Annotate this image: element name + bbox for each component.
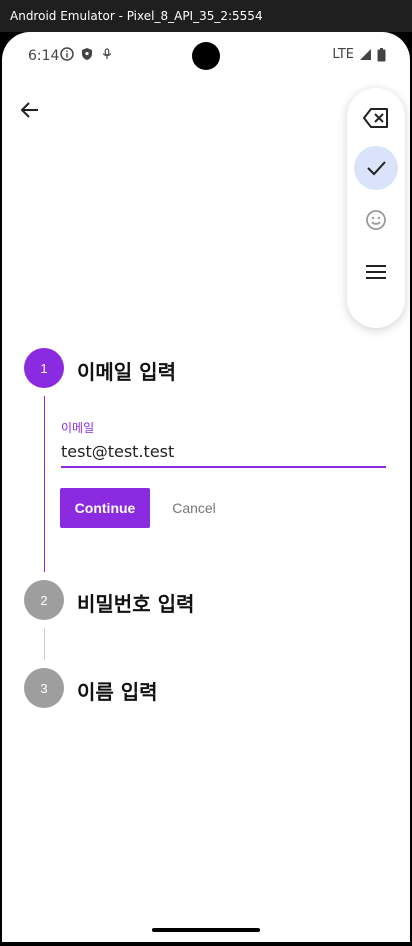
backspace-button[interactable] bbox=[354, 96, 398, 140]
emoji-icon bbox=[366, 210, 386, 230]
cancel-button[interactable]: Cancel bbox=[164, 488, 224, 528]
home-gesture-handle[interactable] bbox=[152, 928, 260, 932]
emulator-title-bar: Android Emulator - Pixel_8_API_35_2:5554 bbox=[0, 0, 412, 32]
navigation-bar bbox=[2, 920, 410, 942]
shield-icon bbox=[82, 48, 92, 60]
signal-icon bbox=[360, 49, 371, 60]
step-2-title[interactable]: 비밀번호 입력 bbox=[77, 588, 194, 617]
step-2-indicator[interactable]: 2 bbox=[24, 580, 64, 620]
backspace-icon bbox=[363, 108, 388, 128]
emoji-button[interactable] bbox=[354, 198, 398, 242]
step-1-indicator[interactable]: 1 bbox=[24, 348, 64, 388]
step-1-title[interactable]: 이메일 입력 bbox=[77, 356, 176, 385]
continue-button[interactable]: Continue bbox=[60, 488, 150, 528]
email-field-label: 이메일 bbox=[61, 421, 95, 435]
battery-icon bbox=[377, 47, 386, 61]
status-bar: 6:14 LTE bbox=[2, 32, 410, 80]
menu-icon bbox=[366, 265, 386, 279]
check-button[interactable] bbox=[354, 146, 398, 190]
check-icon bbox=[367, 161, 386, 176]
step-1-connector bbox=[44, 396, 45, 572]
keyboard-suggestion-toolbar bbox=[347, 88, 405, 328]
network-type: LTE bbox=[332, 47, 354, 62]
email-input[interactable] bbox=[61, 436, 386, 468]
step-3-title[interactable]: 이름 입력 bbox=[77, 676, 158, 705]
info-icon bbox=[60, 47, 74, 61]
status-time: 6:14 bbox=[28, 48, 60, 64]
step-3-indicator[interactable]: 3 bbox=[24, 668, 64, 708]
camera-cutout bbox=[192, 42, 220, 70]
menu-button[interactable] bbox=[354, 250, 398, 294]
phone-screen: 6:14 LTE 1 이메일 입력 이메일 Continue bbox=[2, 32, 410, 942]
back-arrow-icon[interactable] bbox=[18, 98, 42, 122]
mic-icon bbox=[102, 48, 112, 59]
step-2-connector bbox=[44, 628, 45, 660]
